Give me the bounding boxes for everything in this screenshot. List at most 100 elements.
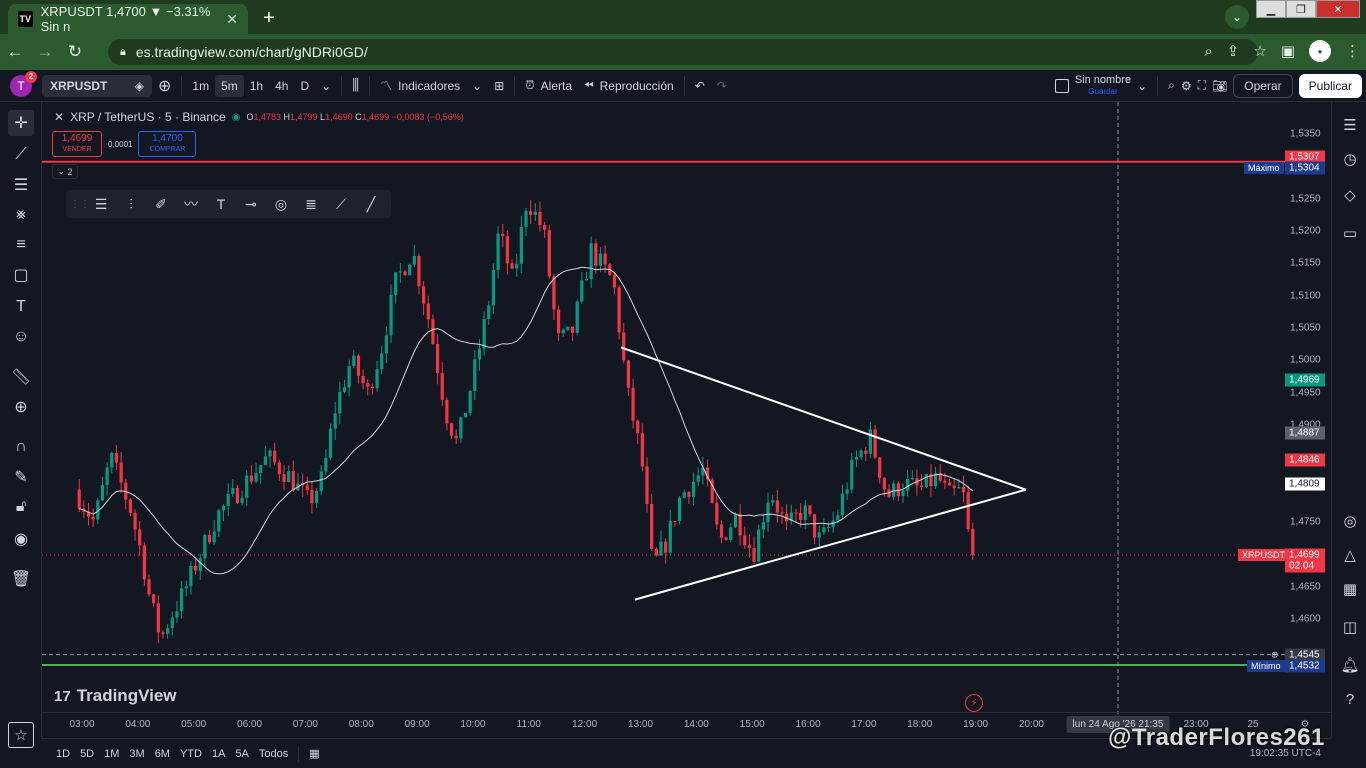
- favorites-star-icon[interactable]: ☆: [8, 722, 34, 748]
- redo-icon[interactable]: ↷: [711, 70, 733, 102]
- snapshot-camera-icon[interactable]: 📷︎: [1212, 79, 1227, 93]
- layouts-grid-icon[interactable]: ⊞: [488, 70, 510, 102]
- range-1a[interactable]: 1A: [212, 748, 225, 760]
- browser-menu-icon[interactable]: ⋮: [1345, 42, 1360, 60]
- range-1m[interactable]: 1M: [104, 748, 119, 760]
- sell-button[interactable]: 1,4699 VENDER: [52, 131, 102, 157]
- alert-button[interactable]: ⏰︎ Alerta: [519, 70, 578, 102]
- range-ytd[interactable]: YTD: [180, 748, 202, 760]
- stay-drawing-icon[interactable]: ✎: [8, 464, 34, 490]
- range-5d[interactable]: 5D: [80, 748, 94, 760]
- help-icon[interactable]: ?: [1339, 688, 1361, 710]
- timeframe-1h[interactable]: 1h: [244, 70, 269, 102]
- timeframe-1m[interactable]: 1m: [186, 70, 215, 102]
- sidebar-icon[interactable]: ▣: [1281, 42, 1295, 60]
- chart-type-icon[interactable]: ⫼: [346, 70, 365, 102]
- tradingview-logo[interactable]: 17 TradingView: [54, 686, 177, 706]
- ideas-icon[interactable]: △: [1339, 544, 1361, 566]
- fav-path-icon[interactable]: 〰: [176, 194, 206, 214]
- text-tool-icon[interactable]: T: [8, 294, 34, 320]
- magnet-icon[interactable]: ∩: [8, 434, 34, 460]
- add-symbol-icon[interactable]: ⊕: [152, 70, 177, 102]
- undo-icon[interactable]: ↶: [689, 70, 711, 102]
- range-1d[interactable]: 1D: [56, 748, 70, 760]
- target-icon[interactable]: ◎: [1339, 510, 1361, 532]
- flash-event-icon[interactable]: ⚡︎: [965, 694, 983, 712]
- tab-close-icon[interactable]: ✕: [226, 11, 238, 28]
- symbol-search[interactable]: XRPUSDT ◈: [42, 74, 152, 97]
- timeframe-5m[interactable]: 5m: [215, 74, 244, 97]
- indicators-button[interactable]: 〽 Indicadores: [374, 70, 466, 102]
- layout-dropdown-icon[interactable]: ⌄: [1137, 79, 1147, 93]
- horizontal-lines-icon[interactable]: ☰: [8, 172, 34, 198]
- fib-icon[interactable]: ≡: [8, 232, 34, 258]
- ruler-icon[interactable]: 📏︎: [8, 364, 34, 390]
- minimize-icon[interactable]: ▁: [1256, 0, 1286, 18]
- legend-title[interactable]: XRP / TetherUS · 5 · Binance: [70, 110, 226, 124]
- maximize-icon[interactable]: ❐: [1286, 0, 1316, 18]
- fav-circle-icon[interactable]: ◎: [266, 196, 296, 213]
- fullscreen-icon[interactable]: ⛶: [1198, 78, 1206, 93]
- object-tree-icon[interactable]: ◇: [1339, 184, 1361, 206]
- lock-drawings-icon[interactable]: 🔓︎: [8, 494, 34, 520]
- indicator-templates-icon[interactable]: ⌄: [466, 70, 488, 102]
- pattern-icon[interactable]: ⨳: [8, 202, 34, 228]
- fav-brush-icon[interactable]: ✐: [146, 196, 176, 213]
- window-close-icon[interactable]: ✕: [1316, 0, 1360, 18]
- url-input[interactable]: 🔒︎ es.tradingview.com/chart/gNDRi0GD/: [108, 39, 1258, 65]
- browser-tab[interactable]: TV XRPUSDT 1,4700 ▼ −3.31% Sin n ✕: [8, 4, 248, 34]
- settings-gear-icon[interactable]: ⚙: [1181, 79, 1192, 93]
- timeframe-D[interactable]: D: [294, 70, 315, 102]
- tab-search-chevron-icon[interactable]: ⌄: [1225, 5, 1249, 29]
- alerts-clock-icon[interactable]: ◷: [1339, 148, 1361, 170]
- legend-close-icon[interactable]: ✕: [54, 110, 64, 124]
- add-level-icon[interactable]: ⊕: [1267, 648, 1283, 661]
- trade-button[interactable]: Operar: [1233, 73, 1293, 98]
- fav-fib-icon[interactable]: ☰: [86, 196, 116, 213]
- chat-icon[interactable]: ▭: [1339, 222, 1361, 244]
- fav-trendline-icon[interactable]: ╱: [356, 196, 386, 213]
- fav-text-icon[interactable]: T: [206, 196, 236, 212]
- crosshair-icon[interactable]: ✛: [8, 110, 34, 136]
- range-5a[interactable]: 5A: [235, 748, 248, 760]
- notifications-bell-icon[interactable]: 🔔︎: [1339, 654, 1361, 676]
- reload-icon[interactable]: ↻: [60, 42, 90, 62]
- candle-body: [961, 487, 966, 493]
- timeframe-dropdown-icon[interactable]: ⌄: [315, 70, 337, 102]
- range-6m[interactable]: 6M: [155, 748, 170, 760]
- range-3m[interactable]: 3M: [129, 748, 144, 760]
- range-todos[interactable]: Todos: [259, 748, 288, 760]
- fav-lines-icon[interactable]: ≣: [296, 196, 326, 213]
- bookmark-star-icon[interactable]: ☆: [1253, 42, 1266, 60]
- goto-date-icon[interactable]: ▦: [309, 747, 319, 760]
- layout-name[interactable]: Sin nombre Guardar: [1075, 74, 1131, 97]
- timeframe-4h[interactable]: 4h: [269, 70, 294, 102]
- trend-line-icon[interactable]: ⟋: [8, 142, 34, 168]
- indicators-collapse-toggle[interactable]: ⌄ 2: [52, 164, 78, 179]
- compare-icon[interactable]: ◈: [135, 79, 144, 93]
- forward-icon[interactable]: →: [30, 42, 60, 62]
- publish-button[interactable]: Publicar: [1298, 73, 1362, 98]
- shapes-icon[interactable]: ▢: [8, 262, 34, 288]
- pine-editor-icon[interactable]: ◫: [1339, 616, 1361, 638]
- replay-button[interactable]: ⏪︎ Reproducción: [578, 70, 680, 102]
- zoom-icon[interactable]: ⌕: [1204, 43, 1212, 60]
- back-icon[interactable]: ←: [0, 42, 30, 62]
- profile-avatar-icon[interactable]: ●: [1309, 40, 1331, 62]
- watchlist-icon[interactable]: ☰: [1339, 114, 1361, 136]
- trash-icon[interactable]: 🗑︎: [8, 566, 34, 592]
- hide-drawings-eye-icon[interactable]: ◉: [8, 526, 34, 552]
- share-icon[interactable]: ⇪: [1227, 42, 1240, 60]
- buy-button[interactable]: 1,4700 COMPRAR: [138, 131, 197, 157]
- user-avatar[interactable]: T2: [10, 70, 37, 97]
- zoom-in-icon[interactable]: ⊕: [8, 394, 34, 420]
- layout-checkbox-icon[interactable]: [1054, 78, 1069, 93]
- emoji-icon[interactable]: ☺: [8, 324, 34, 350]
- calendar-icon[interactable]: ▦: [1339, 578, 1361, 600]
- fav-channel-icon[interactable]: ⫶: [116, 196, 146, 213]
- fav-ray-icon[interactable]: ⟋: [326, 196, 356, 213]
- quick-search-icon[interactable]: ⌕: [1168, 78, 1175, 93]
- new-tab-icon[interactable]: +: [256, 5, 282, 31]
- fav-hline-icon[interactable]: ⊸: [236, 196, 266, 213]
- drag-handle-icon[interactable]: ⋮⋮: [70, 199, 90, 210]
